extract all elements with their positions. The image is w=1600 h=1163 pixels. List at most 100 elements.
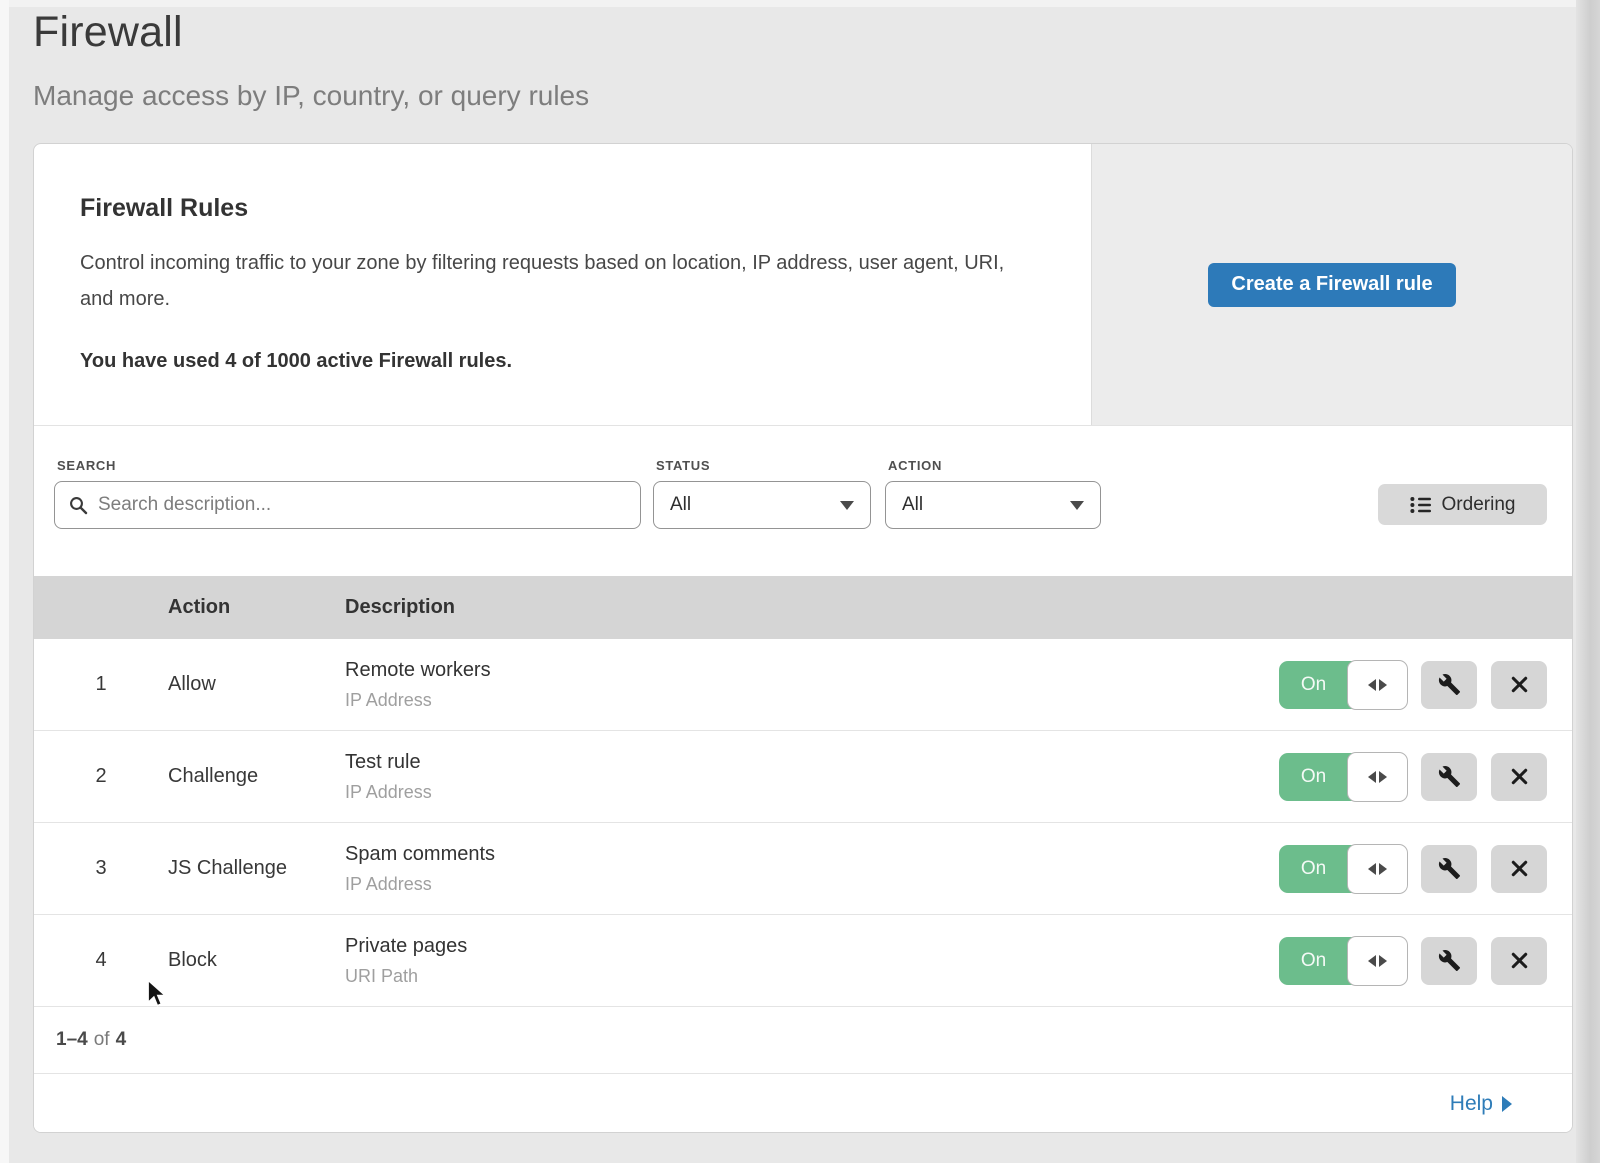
delete-rule-button[interactable] bbox=[1491, 937, 1547, 985]
toggle-left-arrow-icon bbox=[1368, 771, 1376, 783]
delete-rule-button[interactable] bbox=[1491, 753, 1547, 801]
search-filter-group: SEARCH bbox=[54, 458, 641, 529]
delete-rule-button[interactable] bbox=[1491, 845, 1547, 893]
action-label: ACTION bbox=[885, 458, 1101, 473]
rule-action: Challenge bbox=[168, 765, 345, 788]
rule-match-type: IP Address bbox=[345, 782, 1279, 803]
edit-rule-button[interactable] bbox=[1421, 937, 1477, 985]
toggle-right-arrow-icon bbox=[1379, 863, 1387, 875]
rule-enabled-toggle[interactable]: On bbox=[1279, 753, 1407, 801]
toggle-handle[interactable] bbox=[1347, 660, 1408, 710]
rules-usage-note: You have used 4 of 1000 active Firewall … bbox=[80, 350, 1031, 373]
rule-controls: On bbox=[1279, 661, 1572, 709]
help-link[interactable]: Help bbox=[1450, 1092, 1512, 1116]
status-select[interactable]: All bbox=[653, 481, 871, 529]
rule-description-cell: Remote workers IP Address bbox=[345, 659, 1279, 711]
toggle-left-arrow-icon bbox=[1368, 955, 1376, 967]
rule-controls: On bbox=[1279, 845, 1572, 893]
create-firewall-rule-button[interactable]: Create a Firewall rule bbox=[1208, 263, 1456, 307]
wrench-icon bbox=[1438, 673, 1461, 696]
delete-rule-button[interactable] bbox=[1491, 661, 1547, 709]
ordering-button-label: Ordering bbox=[1442, 494, 1516, 516]
rules-description: Control incoming traffic to your zone by… bbox=[80, 245, 1025, 317]
rule-enabled-toggle[interactable]: On bbox=[1279, 845, 1407, 893]
edit-rule-button[interactable] bbox=[1421, 845, 1477, 893]
ordered-list-icon bbox=[1410, 496, 1432, 514]
status-filter-group: STATUS All bbox=[653, 458, 871, 529]
window-frame-left bbox=[0, 0, 9, 1163]
rule-priority: 4 bbox=[34, 949, 168, 972]
toggle-left-arrow-icon bbox=[1368, 863, 1376, 875]
help-row: Help bbox=[34, 1074, 1572, 1133]
table-row: 1 Allow Remote workers IP Address On bbox=[34, 639, 1572, 731]
action-filter-group: ACTION All bbox=[885, 458, 1101, 529]
ordering-button[interactable]: Ordering bbox=[1378, 484, 1547, 525]
pagination-of: of bbox=[94, 1029, 110, 1051]
rule-match-type: IP Address bbox=[345, 690, 1279, 711]
rules-info: Firewall Rules Control incoming traffic … bbox=[34, 144, 1091, 425]
rule-description: Spam comments bbox=[345, 843, 1279, 866]
rule-description-cell: Test rule IP Address bbox=[345, 751, 1279, 803]
pagination-total: 4 bbox=[116, 1029, 127, 1051]
action-select[interactable]: All bbox=[885, 481, 1101, 529]
create-rule-panel: Create a Firewall rule bbox=[1091, 144, 1572, 425]
rule-description-cell: Spam comments IP Address bbox=[345, 843, 1279, 895]
toggle-right-arrow-icon bbox=[1379, 955, 1387, 967]
arrow-right-icon bbox=[1502, 1096, 1512, 1112]
pagination-row: 1–4 of 4 bbox=[34, 1007, 1572, 1074]
table-row: 3 JS Challenge Spam comments IP Address … bbox=[34, 823, 1572, 915]
rule-priority: 2 bbox=[34, 765, 168, 788]
window-frame-right bbox=[1576, 0, 1600, 1163]
search-input[interactable] bbox=[98, 494, 626, 516]
edit-rule-button[interactable] bbox=[1421, 661, 1477, 709]
toggle-on-label: On bbox=[1279, 661, 1348, 709]
table-row: 2 Challenge Test rule IP Address On bbox=[34, 731, 1572, 823]
rule-description: Private pages bbox=[345, 935, 1279, 958]
firewall-rules-card: Firewall Rules Control incoming traffic … bbox=[33, 143, 1573, 1133]
rule-priority: 1 bbox=[34, 673, 168, 696]
chevron-down-icon bbox=[1070, 501, 1084, 510]
rule-enabled-toggle[interactable]: On bbox=[1279, 937, 1407, 985]
rule-priority: 3 bbox=[34, 857, 168, 880]
rules-overview-section: Firewall Rules Control incoming traffic … bbox=[34, 144, 1572, 426]
help-link-label: Help bbox=[1450, 1092, 1493, 1116]
search-box bbox=[54, 481, 641, 529]
rule-action: JS Challenge bbox=[168, 857, 345, 880]
toggle-on-label: On bbox=[1279, 753, 1348, 801]
rule-description-cell: Private pages URI Path bbox=[345, 935, 1279, 987]
toggle-right-arrow-icon bbox=[1379, 679, 1387, 691]
close-icon bbox=[1509, 858, 1530, 879]
search-icon bbox=[69, 496, 88, 515]
page-subtitle: Manage access by IP, country, or query r… bbox=[33, 80, 589, 112]
edit-rule-button[interactable] bbox=[1421, 753, 1477, 801]
rule-action: Block bbox=[168, 949, 345, 972]
description-column-header: Description bbox=[345, 596, 1572, 619]
action-selected-value: All bbox=[902, 494, 923, 516]
rule-enabled-toggle[interactable]: On bbox=[1279, 661, 1407, 709]
close-icon bbox=[1509, 950, 1530, 971]
rule-description: Test rule bbox=[345, 751, 1279, 774]
search-label: SEARCH bbox=[54, 458, 641, 473]
rule-description: Remote workers bbox=[345, 659, 1279, 682]
page-title: Firewall bbox=[33, 8, 183, 57]
rule-match-type: URI Path bbox=[345, 966, 1279, 987]
rule-match-type: IP Address bbox=[345, 874, 1279, 895]
toggle-handle[interactable] bbox=[1347, 936, 1408, 986]
toggle-right-arrow-icon bbox=[1379, 771, 1387, 783]
toggle-handle[interactable] bbox=[1347, 844, 1408, 894]
rule-controls: On bbox=[1279, 753, 1572, 801]
toggle-left-arrow-icon bbox=[1368, 679, 1376, 691]
status-label: STATUS bbox=[653, 458, 871, 473]
wrench-icon bbox=[1438, 765, 1461, 788]
filter-bar: SEARCH STATUS All ACTION bbox=[34, 426, 1572, 576]
toggle-handle[interactable] bbox=[1347, 752, 1408, 802]
table-header: Action Description bbox=[34, 576, 1572, 639]
wrench-icon bbox=[1438, 857, 1461, 880]
toggle-on-label: On bbox=[1279, 937, 1348, 985]
table-row: 4 Block Private pages URI Path On bbox=[34, 915, 1572, 1007]
action-column-header: Action bbox=[168, 596, 345, 619]
toggle-on-label: On bbox=[1279, 845, 1348, 893]
status-selected-value: All bbox=[670, 494, 691, 516]
rule-controls: On bbox=[1279, 937, 1572, 985]
close-icon bbox=[1509, 674, 1530, 695]
